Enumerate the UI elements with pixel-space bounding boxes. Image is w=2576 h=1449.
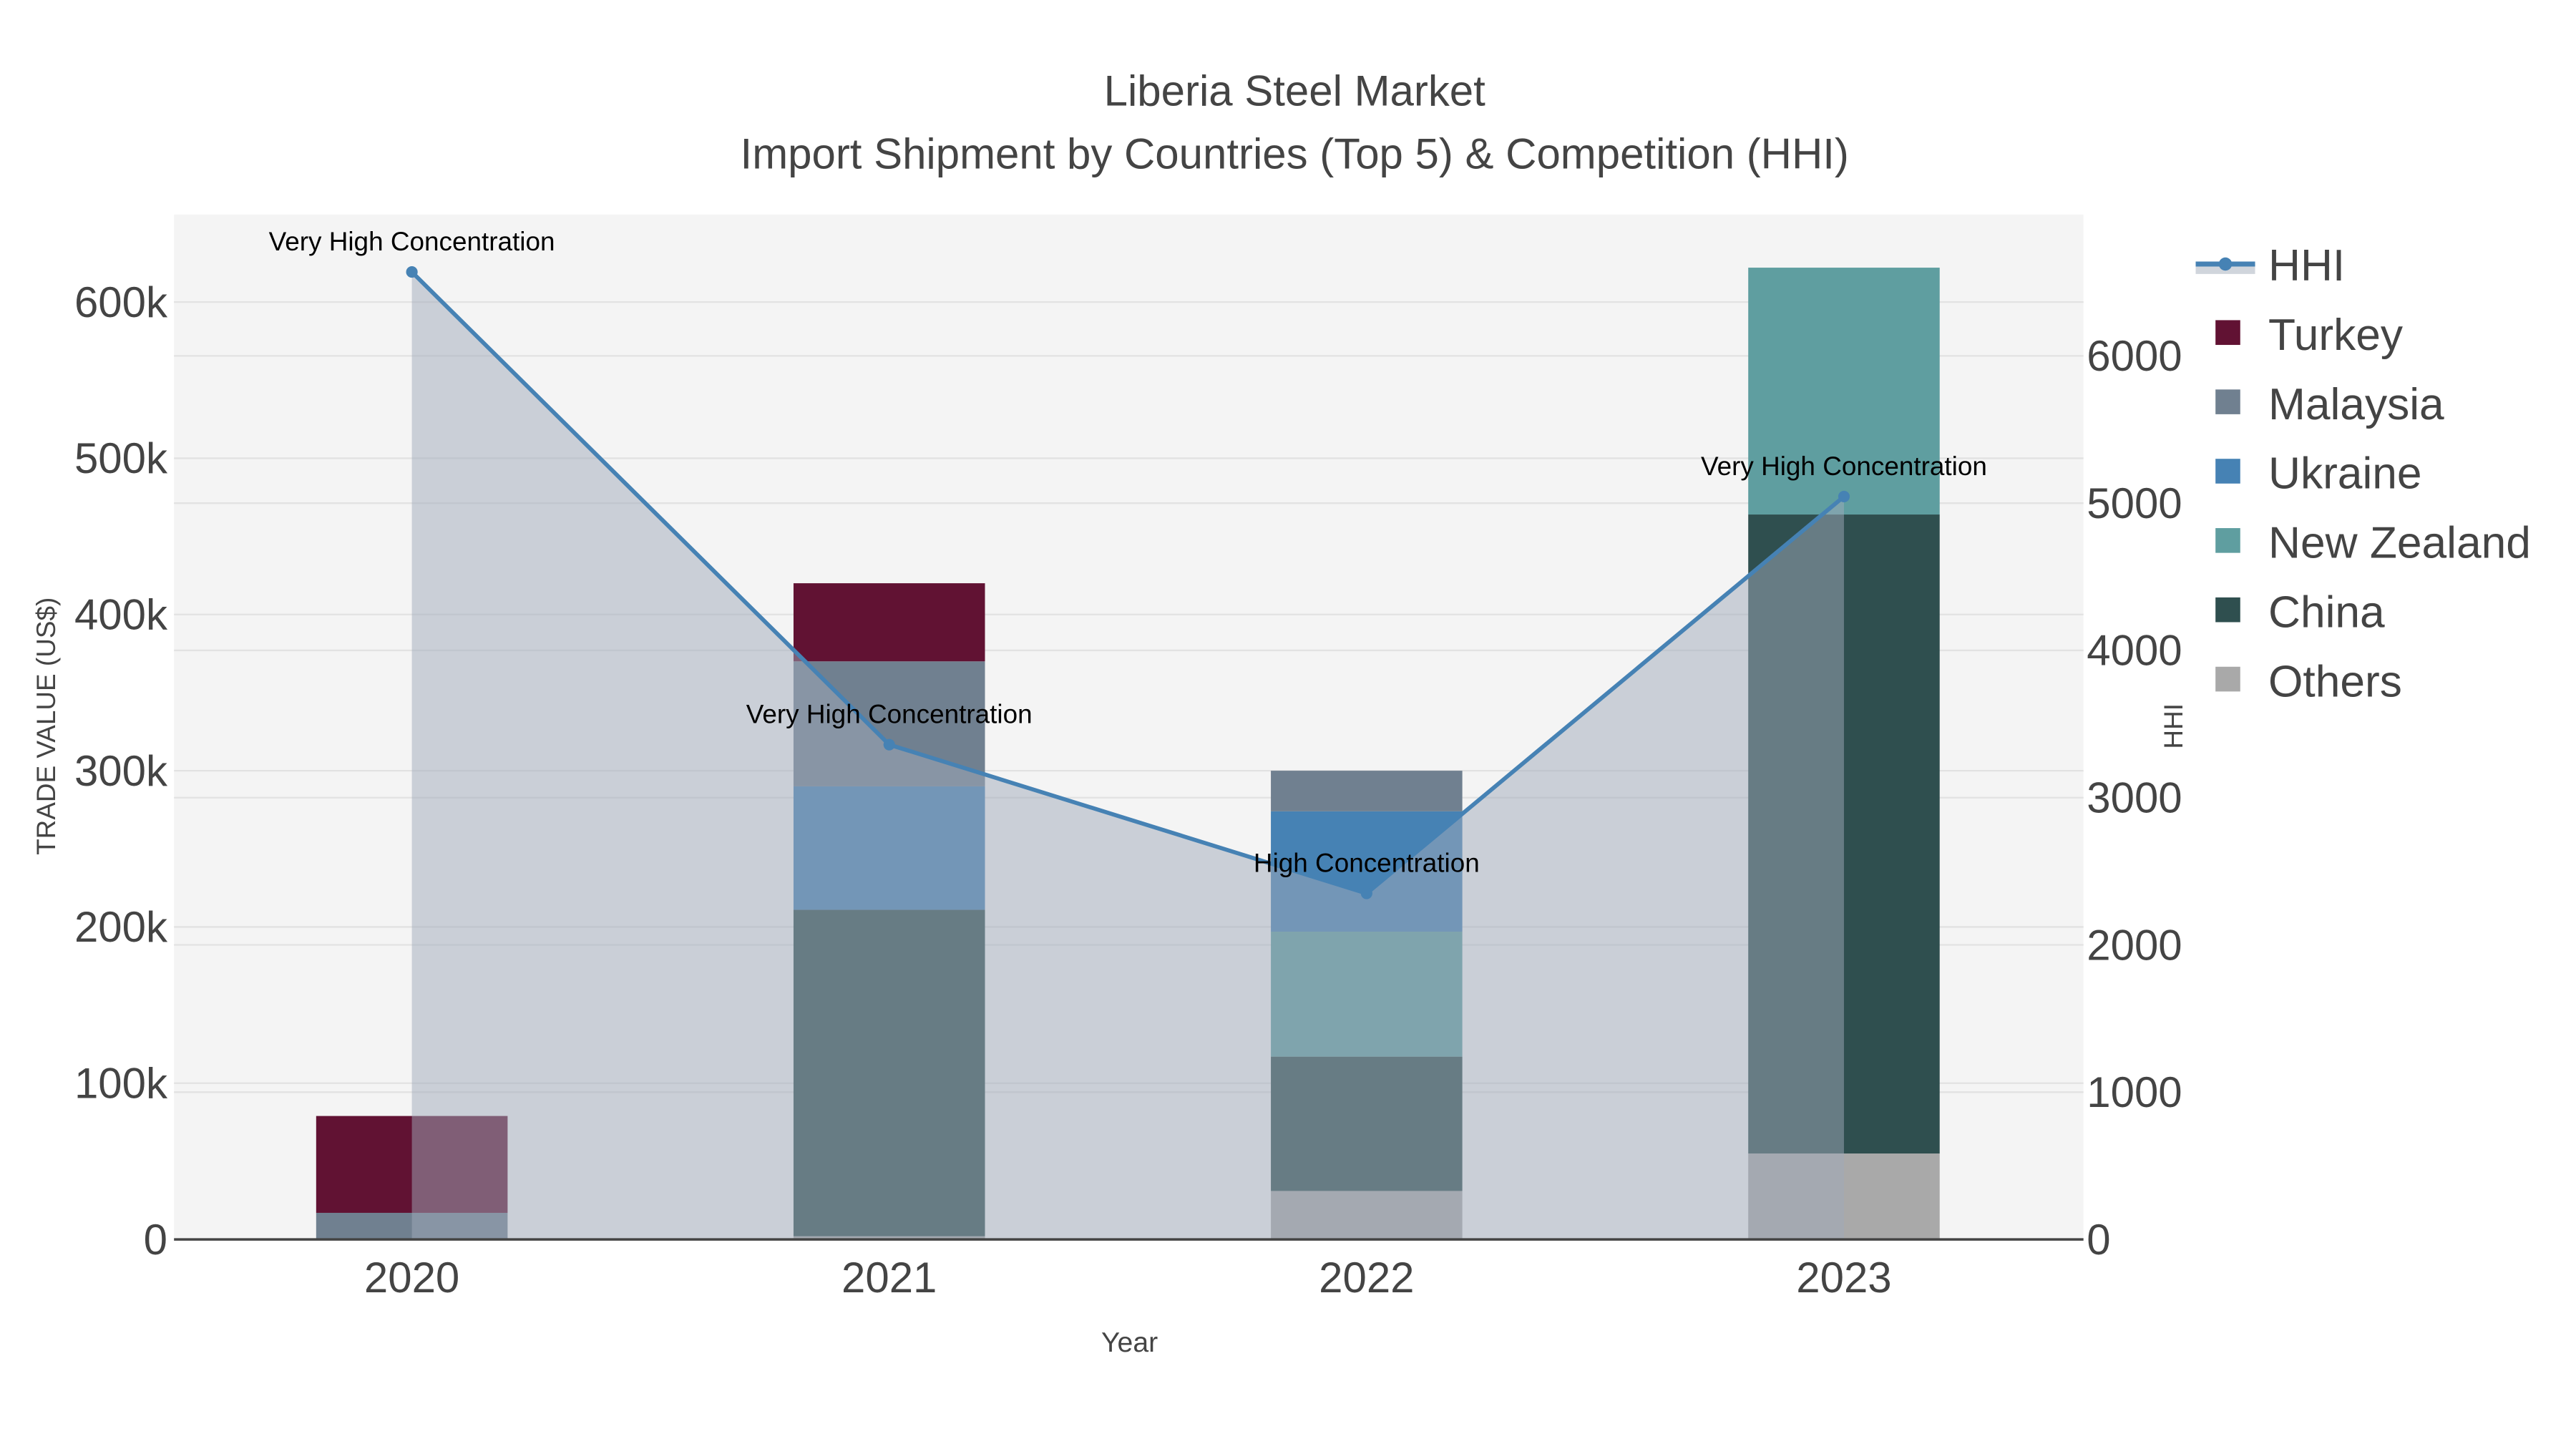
legend-swatch-others: [2215, 666, 2240, 692]
legend-swatch-ukraine: [2215, 459, 2240, 484]
chart-title: Liberia Steel Market: [1104, 67, 1486, 115]
legend-label: Ukraine: [2268, 449, 2422, 499]
x-tick-label: 2021: [841, 1254, 937, 1302]
hhi-point: [883, 738, 895, 751]
y2-tick-label: 6000: [2087, 332, 2182, 380]
y-tick-label: 200k: [74, 903, 168, 951]
bar-turkey: [793, 583, 985, 662]
legend-label: Malaysia: [2268, 380, 2444, 429]
y-tick-label: 500k: [74, 434, 168, 482]
x-tick-label: 2022: [1319, 1254, 1414, 1302]
y2-tick-label: 2000: [2087, 921, 2182, 969]
legend-swatch-malaysia: [2215, 389, 2240, 414]
hhi-annotation: High Concentration: [1254, 849, 1480, 878]
y-tick-label: 100k: [74, 1060, 168, 1108]
hhi-point: [1838, 490, 1850, 502]
y2-tick-label: 3000: [2087, 774, 2182, 821]
legend-swatch-turkey: [2215, 320, 2240, 346]
y2-axis-title: HHI: [2159, 703, 2188, 749]
y2-tick-label: 1000: [2087, 1068, 2182, 1116]
legend-swatch-new-zealand: [2215, 528, 2240, 553]
hhi-annotation: Very High Concentration: [269, 227, 555, 256]
legend-label: Turkey: [2268, 311, 2404, 360]
chart: Liberia Steel Market Import Shipment by …: [31, 67, 2531, 1358]
chart-subtitle: Import Shipment by Countries (Top 5) & C…: [741, 130, 1849, 177]
legend-backdrop: [2195, 214, 2212, 710]
hhi-annotation: Very High Concentration: [1701, 452, 1987, 481]
hhi-point: [406, 266, 418, 278]
y-tick-label: 400k: [74, 591, 168, 639]
legend-label: China: [2268, 587, 2385, 637]
legend-label: New Zealand: [2268, 519, 2531, 568]
y2-tick-label: 4000: [2087, 627, 2182, 675]
x-tick-label: 2020: [364, 1254, 459, 1302]
legend-label: HHI: [2268, 241, 2345, 291]
y2-tick-label: 5000: [2087, 479, 2182, 527]
y-tick-label: 600k: [74, 278, 168, 326]
hhi-annotation: Very High Concentration: [746, 700, 1033, 729]
y2-tick-label: 0: [2087, 1216, 2110, 1264]
legend-label: Others: [2268, 657, 2402, 706]
legend-swatch-china: [2215, 597, 2240, 623]
hhi-point: [1360, 887, 1372, 899]
bar-malaysia: [1271, 771, 1463, 811]
x-tick-label: 2023: [1796, 1254, 1891, 1302]
y-tick-label: 300k: [74, 747, 168, 795]
x-axis-title: Year: [1101, 1327, 1158, 1358]
y-axis-title: TRADE VALUE (US$): [31, 597, 61, 855]
y-tick-label: 0: [144, 1216, 167, 1264]
legend-hhi-marker: [2218, 257, 2233, 271]
